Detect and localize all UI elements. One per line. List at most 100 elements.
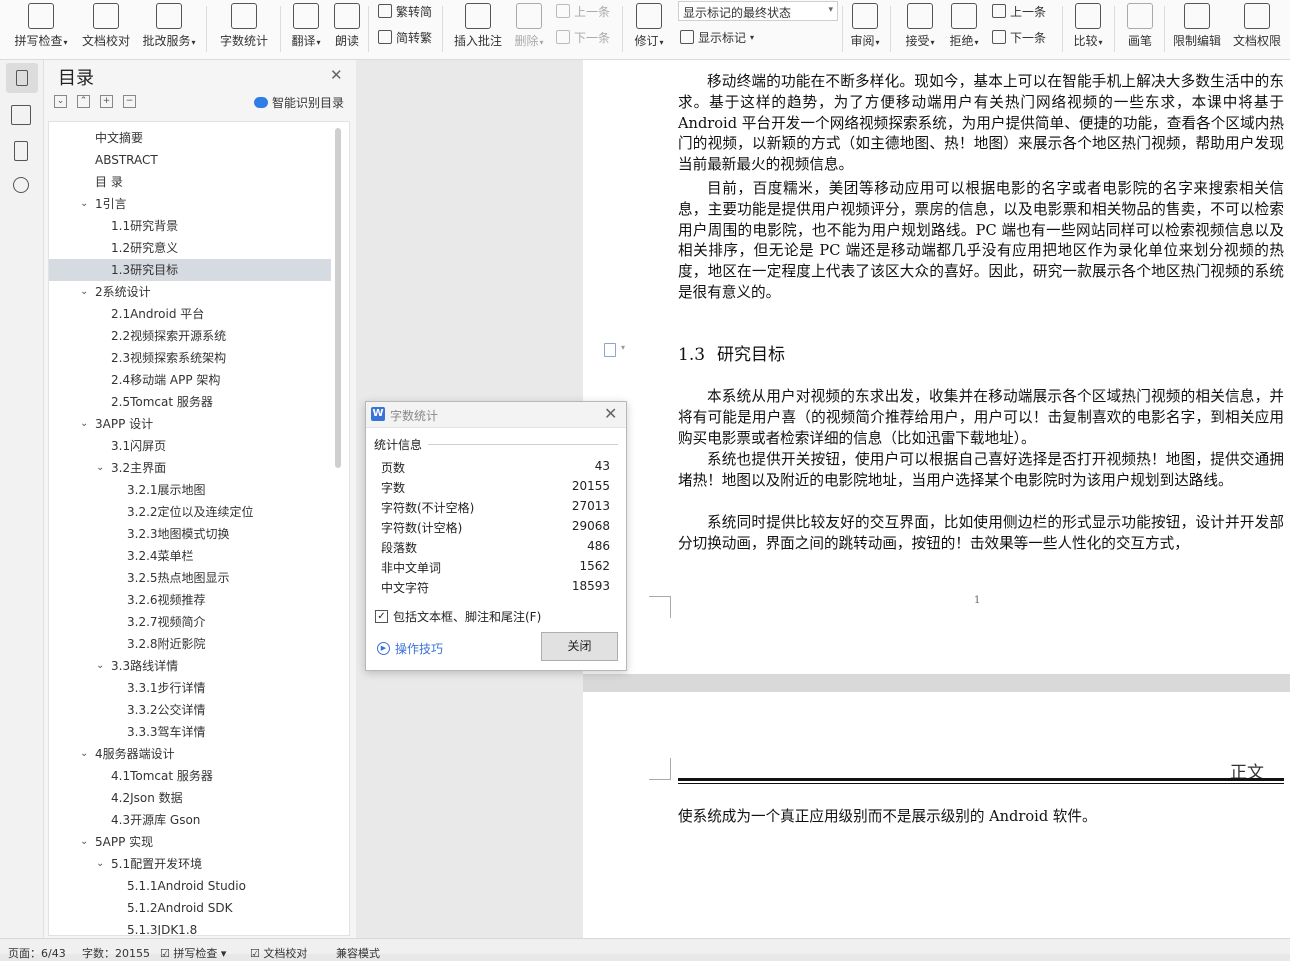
toc-item[interactable]: ⌄ 2系统设计	[49, 281, 331, 303]
prev-change-button[interactable]: 上一条	[992, 1, 1046, 21]
next-change-icon	[992, 30, 1006, 44]
stat-label: 字数	[381, 481, 406, 495]
toc-item[interactable]: 5.1.1Android Studio	[49, 875, 331, 897]
close-icon[interactable]: ✕	[330, 66, 343, 84]
close-icon[interactable]: ✕	[604, 404, 617, 423]
tips-link[interactable]: ▶ 操作技巧	[377, 640, 443, 657]
toc-item[interactable]: 3.2.4菜单栏	[49, 545, 331, 567]
toc-item[interactable]: 1.2研究意义	[49, 237, 331, 259]
reject-button[interactable]: 拒绝▾	[944, 0, 984, 60]
toc-item[interactable]: 3.3.3驾车详情	[49, 721, 331, 743]
simp-to-trad-button[interactable]: 简转繁	[378, 27, 432, 47]
chevron-down-icon[interactable]: ⌄	[96, 655, 104, 677]
chevron-down-icon[interactable]: ⌄	[96, 853, 104, 875]
toc-item[interactable]: 3.1闪屏页	[49, 435, 331, 457]
include-footnotes-checkbox[interactable]: ✓ 包括文本框、脚注和尾注(F)	[375, 608, 541, 625]
toc-item[interactable]: ⌄ 4服务器端设计	[49, 743, 331, 765]
page-indicator[interactable]: 页面：6/43	[8, 945, 66, 961]
add-heading-icon[interactable]: +	[100, 95, 113, 108]
chevron-down-icon[interactable]: ⌄	[80, 743, 88, 765]
chevron-down-icon[interactable]: ⌄	[96, 457, 104, 479]
restrict-edit-button[interactable]: 限制编辑	[1170, 0, 1224, 60]
toc-item[interactable]: 目 录	[49, 171, 331, 193]
toc-item[interactable]: 3.2.8附近影院	[49, 633, 331, 655]
toc-item[interactable]: ⌄ 1引言	[49, 193, 331, 215]
toc-item[interactable]: 3.2.6视频推荐	[49, 589, 331, 611]
trad-to-simp-button[interactable]: 繁转简	[378, 1, 432, 21]
toc-item[interactable]: 3.3.2公交详情	[49, 699, 331, 721]
toc-item[interactable]: 3.2.7视频简介	[49, 611, 331, 633]
toc-item[interactable]: 2.1Android 平台	[49, 303, 331, 325]
toc-item[interactable]: 5.1.2Android SDK	[49, 897, 331, 919]
show-markup-button[interactable]: 显示标记 ▾	[680, 27, 754, 47]
markup-state-select[interactable]: 显示标记的最终状态 ▾	[678, 1, 838, 21]
paragraph-marker-icon[interactable]	[604, 343, 616, 357]
chevron-down-icon[interactable]: ⌄	[80, 193, 88, 215]
ribbon-divider	[1164, 6, 1165, 52]
checkbox-check-icon[interactable]: ✓	[375, 610, 388, 623]
toc-item[interactable]: 3.2.1展示地图	[49, 479, 331, 501]
smart-toc-button[interactable]: 智能识别目录	[254, 94, 344, 111]
next-change-button[interactable]: 下一条	[992, 27, 1046, 47]
toc-item[interactable]: 2.2视频探索开源系统	[49, 325, 331, 347]
toc-item[interactable]: ⌄ 5APP 实现	[49, 831, 331, 853]
toc-item[interactable]: 3.3.1步行详情	[49, 677, 331, 699]
word-count-button[interactable]: 字数统计	[216, 0, 272, 60]
toc-item[interactable]: ⌄ 5.1配置开发环境	[49, 853, 331, 875]
doc-proofread-button[interactable]: 文档校对	[80, 0, 132, 60]
toc-item[interactable]: ⌄ 3.2主界面	[49, 457, 331, 479]
toc-rail-button[interactable]	[6, 63, 38, 93]
delete-comment-button[interactable]: 删除▾	[510, 0, 548, 60]
chapter-nav-icon[interactable]	[11, 105, 31, 125]
toc-item[interactable]: 5.1.3JDK1.8	[49, 919, 331, 935]
doc-rights-button[interactable]: 文档权限	[1230, 0, 1284, 60]
compare-button[interactable]: 比较▾	[1068, 0, 1108, 60]
toc-item[interactable]: 1.1研究背景	[49, 215, 331, 237]
revise-button[interactable]: 修订▾	[630, 0, 668, 60]
review-button[interactable]: 审阅▾	[846, 0, 884, 60]
dialog-titlebar[interactable]: W 字数统计 ✕	[366, 402, 626, 428]
toc-item[interactable]: 4.2Json 数据	[49, 787, 331, 809]
body-paragraph: 目前，百度糯米，美团等移动应用可以根据电影的名字或者电影院的名字来搜索相关信息，…	[678, 180, 1284, 301]
revise-label: 修订	[634, 34, 659, 48]
insert-comment-label: 插入批注	[453, 34, 502, 48]
toc-item[interactable]: ABSTRACT	[49, 149, 331, 171]
expand-up-icon[interactable]: ⌃	[77, 95, 90, 108]
toc-item[interactable]: ⌄ 3.3路线详情	[49, 655, 331, 677]
toc-item-label: ABSTRACT	[95, 153, 158, 167]
search-icon[interactable]	[13, 177, 29, 193]
remove-heading-icon[interactable]: −	[123, 95, 136, 108]
insert-comment-button[interactable]: 插入批注	[452, 0, 504, 60]
read-aloud-button[interactable]: 朗读	[330, 0, 364, 60]
toc-item[interactable]: 1.3研究目标	[49, 259, 331, 281]
chevron-down-icon[interactable]: ⌄	[80, 413, 88, 435]
next-comment-button[interactable]: 下一条	[556, 27, 610, 47]
toc-scrollbar[interactable]	[335, 128, 341, 468]
toc-item-label: 3.3.2公交详情	[127, 703, 206, 717]
chevron-down-icon[interactable]: ⌄	[80, 281, 88, 303]
toc-item[interactable]: 4.1Tomcat 服务器	[49, 765, 331, 787]
accept-button[interactable]: 接受▾	[900, 0, 940, 60]
toc-item[interactable]: 4.3开源库 Gson	[49, 809, 331, 831]
batch-revise-button[interactable]: 批改服务▾	[140, 0, 198, 60]
close-button[interactable]: 关闭	[541, 632, 618, 661]
spell-check-button[interactable]: 拼写检查▾	[10, 0, 72, 60]
toc-item[interactable]: ⌄ 3APP 设计	[49, 413, 331, 435]
word-count-indicator[interactable]: 字数：20155	[82, 945, 150, 961]
toc-item[interactable]: 2.4移动端 APP 架构	[49, 369, 331, 391]
chevron-down-icon[interactable]: ▾	[621, 343, 625, 352]
toc-item[interactable]: 3.2.2定位以及连续定位	[49, 501, 331, 523]
toc-item[interactable]: 2.5Tomcat 服务器	[49, 391, 331, 413]
toc-item[interactable]: 3.2.3地图模式切换	[49, 523, 331, 545]
prev-comment-button[interactable]: 上一条	[556, 1, 610, 21]
proofread-status[interactable]: ☑ 文档校对	[250, 945, 307, 961]
toc-item[interactable]: 中文摘要	[49, 127, 331, 149]
translate-button[interactable]: 翻译▾	[287, 0, 325, 60]
bookmark-icon[interactable]	[14, 141, 28, 161]
chevron-down-icon[interactable]: ⌄	[80, 831, 88, 853]
toc-item[interactable]: 3.2.5热点地图显示	[49, 567, 331, 589]
toc-item[interactable]: 2.3视频探索系统架构	[49, 347, 331, 369]
collapse-all-icon[interactable]: ⌄	[54, 95, 67, 108]
spell-check-status[interactable]: ☑ 拼写检查 ▾	[160, 945, 226, 961]
pen-button[interactable]: 画笔	[1122, 0, 1158, 60]
